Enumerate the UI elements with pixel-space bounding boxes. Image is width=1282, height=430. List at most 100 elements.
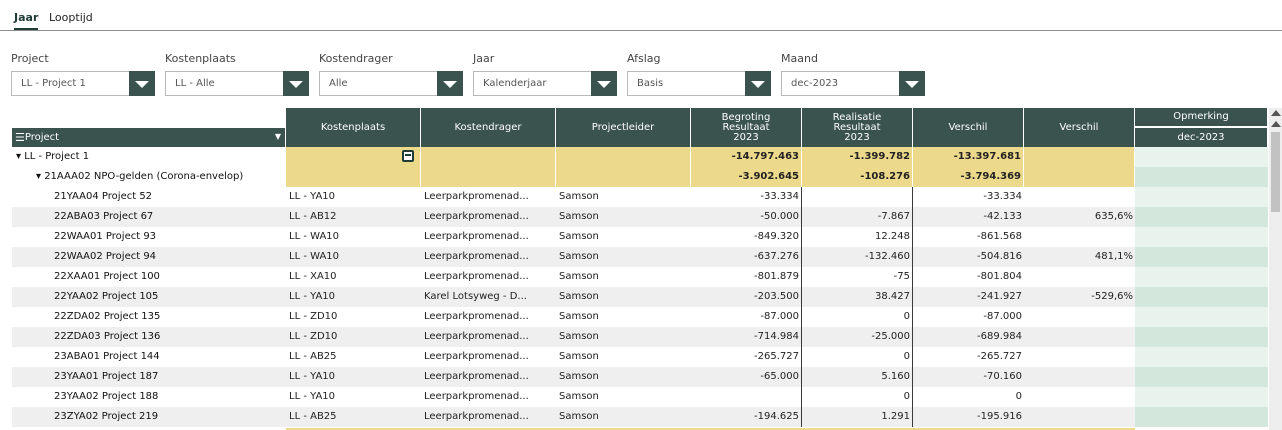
chevron-down-icon[interactable] (591, 71, 617, 96)
opmerking-header[interactable]: Opmerking (1135, 108, 1268, 127)
opmerking-cell[interactable] (1135, 147, 1268, 167)
projectleider-cell: Samson (556, 187, 691, 207)
verschil-pct-cell (1024, 187, 1135, 207)
opmerking-cell[interactable] (1135, 187, 1268, 207)
table-row[interactable]: 22ZDA03 Project 136 LL - ZD10 Leerparkprom… (12, 327, 1268, 347)
project-column-header[interactable]: ☰ Project ▼ (12, 128, 286, 147)
opmerking-month-header[interactable]: dec-2023 (1135, 128, 1268, 147)
realisatie-cell: 38.427 (802, 287, 913, 307)
group-row[interactable]: ▾ LL - Project 1 -14.797.463 -1.399.782 -13… (12, 147, 1268, 167)
table-row[interactable]: 22XAA01 Project 100 LL - XA10 Leerparkprom… (12, 267, 1268, 287)
verschil-pct-cell (1024, 167, 1135, 187)
verschil-pct-cell (1024, 367, 1135, 387)
kostenplaats-header[interactable]: Kostenplaats (286, 108, 421, 147)
kostendrager-cell (421, 147, 556, 167)
afslag-select[interactable]: Basis (627, 71, 771, 96)
opmerking-cell[interactable] (1135, 347, 1268, 367)
projectleider-cell: Samson (556, 387, 691, 407)
kostendrager-header[interactable]: Kostendrager (421, 108, 556, 147)
projectleider-cell: Samson (556, 267, 691, 287)
projectleider-cell (556, 167, 691, 187)
verschil-cell: -861.568 (913, 227, 1024, 247)
group-row[interactable]: ▾ 21AAA02 NPO-gelden (Corona-envelop) -3.… (12, 167, 1268, 187)
opmerking-cell[interactable] (1135, 227, 1268, 247)
kostenplaats-cell: LL - WA10 (286, 247, 421, 267)
opmerking-cell[interactable] (1135, 367, 1268, 387)
verschil-pct-cell (1024, 227, 1135, 247)
scrollbar-thumb[interactable] (1271, 132, 1280, 212)
table-row[interactable]: 23YAA01 Project 187 LL - YA10 Leerparkprom… (12, 367, 1268, 387)
verschil-cell: -42.133 (913, 207, 1024, 227)
opmerking-cell[interactable] (1135, 327, 1268, 347)
project-cell: 22YAA02 Project 105 (12, 287, 286, 307)
table-row[interactable]: 22WAA01 Project 93 LL - WA10 Leerparkprome… (12, 227, 1268, 247)
kostenplaats-cell: LL - XA10 (286, 267, 421, 287)
chevron-down-icon[interactable] (437, 71, 463, 96)
chevron-down-icon[interactable] (129, 71, 155, 96)
scroll-top-icon[interactable] (1271, 110, 1281, 116)
verschil-cell: -689.984 (913, 327, 1024, 347)
project-select[interactable]: LL - Project 1 (11, 71, 155, 96)
opmerking-cell[interactable] (1135, 207, 1268, 227)
kostendrager-select[interactable]: Alle (319, 71, 463, 96)
verschil-pct-cell (1024, 307, 1135, 327)
begroting-cell: -849.320 (691, 227, 802, 247)
opmerking-cell[interactable] (1135, 247, 1268, 267)
table-row[interactable]: 23YAA02 Project 188 LL - YA10 Leerparkprom… (12, 387, 1268, 407)
opmerking-cell[interactable] (1135, 287, 1268, 307)
realisatie-header-line3: 2023 (844, 131, 870, 143)
table-row[interactable]: 22ZDA02 Project 135 LL - ZD10 Leerparkprom… (12, 307, 1268, 327)
jaar-select[interactable]: Kalenderjaar (473, 71, 617, 96)
projectleider-cell (556, 147, 691, 167)
kostenplaats-cell: LL - AB25 (286, 407, 421, 427)
verschil-cell: 0 (913, 387, 1024, 407)
tab-looptijd[interactable]: Looptijd (49, 11, 93, 24)
kostenplaats-select[interactable]: LL - Alle (165, 71, 309, 96)
kostendrager-cell: Leerparkpromenad... (421, 187, 556, 207)
table-row[interactable]: 22ABA03 Project 67 LL - AB12 Leerparkprome… (12, 207, 1268, 227)
begroting-cell: -203.500 (691, 287, 802, 307)
tab-bar: Jaar Looptijd (0, 0, 1282, 31)
projectleider-cell: Samson (556, 327, 691, 347)
opmerking-cell[interactable] (1135, 307, 1268, 327)
begroting-cell: -33.334 (691, 187, 802, 207)
table-row[interactable]: 22YAA02 Project 105 LL - YA10 Karel Lotsyw… (12, 287, 1268, 307)
kostenplaats-cell (286, 167, 421, 187)
chevron-down-icon[interactable] (745, 71, 771, 96)
table-row[interactable]: 23ABA01 Project 144 LL - AB25 Leerparkprom… (12, 347, 1268, 367)
kostenplaats-cell: LL - YA10 (286, 287, 421, 307)
begroting-cell: -801.879 (691, 267, 802, 287)
vertical-scrollbar[interactable] (1269, 108, 1282, 430)
verschil-pct-cell (1024, 147, 1135, 167)
opmerking-cell[interactable] (1135, 267, 1268, 287)
opmerking-cell[interactable] (1135, 387, 1268, 407)
collapse-icon[interactable] (402, 150, 414, 162)
begroting-header[interactable]: Begroting Resultaat 2023 (691, 108, 802, 147)
opmerking-cell[interactable] (1135, 407, 1268, 427)
projectleider-header[interactable]: Projectleider (556, 108, 691, 147)
table-row[interactable]: 23ZYA02 Project 219 LL - AB25 Leerparkprom… (12, 407, 1268, 427)
chevron-down-icon[interactable] (899, 71, 925, 96)
realisatie-header[interactable]: Realisatie Resultaat 2023 (802, 108, 913, 147)
begroting-cell: -87.000 (691, 307, 802, 327)
tab-jaar[interactable]: Jaar (14, 11, 39, 30)
caret-down-icon[interactable]: ▼ (275, 132, 281, 142)
filter-kostendrager-label: Kostendrager (319, 52, 393, 65)
scroll-up-icon[interactable] (1271, 121, 1281, 127)
opmerking-cell[interactable] (1135, 167, 1268, 187)
projectleider-cell: Samson (556, 367, 691, 387)
chevron-down-icon[interactable] (283, 71, 309, 96)
kostenplaats-cell (286, 147, 421, 167)
table-row[interactable]: 21YAA04 Project 52 LL - YA10 Leerparkprome… (12, 187, 1268, 207)
verschil-header[interactable]: Verschil (913, 108, 1024, 147)
maand-select[interactable]: dec-2023 (781, 71, 925, 96)
kostenplaats-cell: LL - ZD10 (286, 327, 421, 347)
kostendrager-cell: Leerparkpromenad... (421, 307, 556, 327)
table-row[interactable]: 22WAA02 Project 94 LL - WA10 Leerparkprome… (12, 247, 1268, 267)
verschil-pct-header[interactable]: Verschil (1024, 108, 1135, 147)
menu-icon[interactable]: ☰ (15, 132, 25, 143)
kostenplaats-cell: LL - YA10 (286, 367, 421, 387)
kostendrager-cell: Leerparkpromenad... (421, 267, 556, 287)
realisatie-cell: 5.160 (802, 367, 913, 387)
realisatie-cell: -108.276 (802, 167, 913, 187)
